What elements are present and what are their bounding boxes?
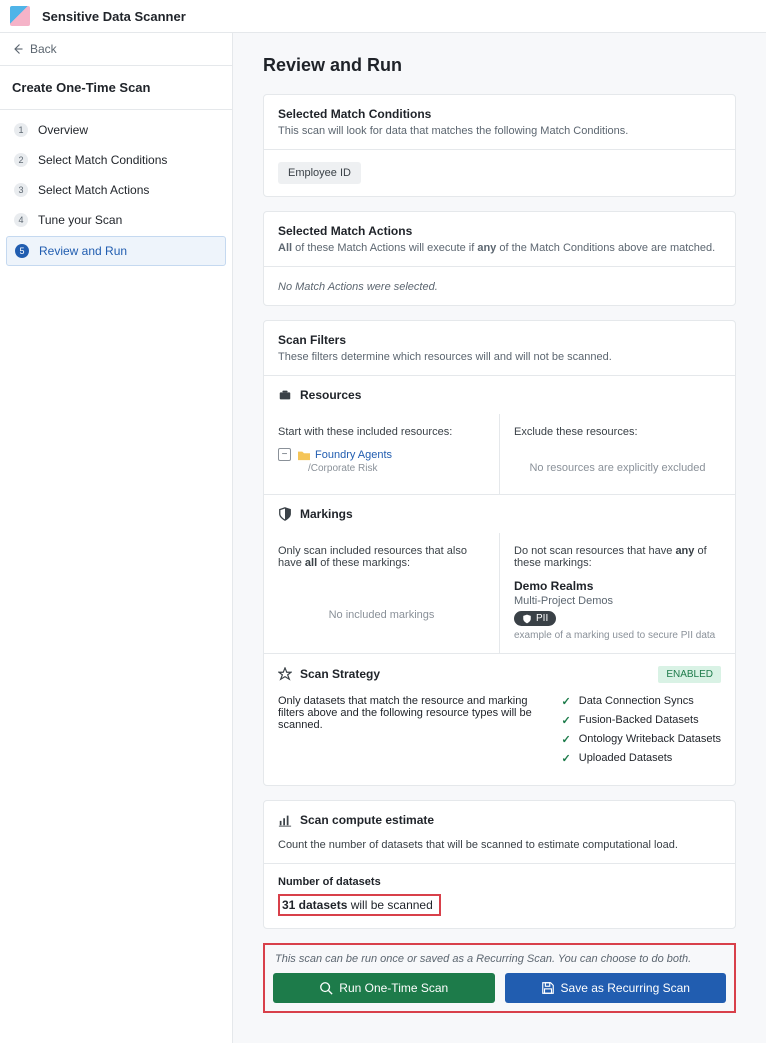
markings-header: Markings	[264, 494, 735, 533]
strategy-checklist: ✓Data Connection Syncs ✓Fusion-Backed Da…	[562, 695, 721, 771]
check-icon: ✓	[562, 752, 571, 765]
strategy-desc: Only datasets that match the resource an…	[278, 695, 562, 771]
resource-link[interactable]: Foundry Agents	[315, 449, 392, 461]
strategy-icon	[278, 667, 292, 681]
resource-path: /Corporate Risk	[308, 463, 485, 474]
resources-header: Resources	[264, 375, 735, 414]
list-item: ✓Data Connection Syncs	[562, 695, 721, 708]
steps-list: 1Overview 2Select Match Conditions 3Sele…	[0, 110, 232, 274]
run-section: This scan can be run once or saved as a …	[263, 943, 736, 1013]
pii-badge: PII	[514, 611, 556, 626]
markings-exclude-desc: Do not scan resources that have any of t…	[514, 545, 721, 569]
step-conditions[interactable]: 2Select Match Conditions	[6, 146, 226, 174]
shield-small-icon	[522, 614, 532, 624]
filters-card: Scan Filters These filters determine whi…	[263, 320, 736, 786]
exclude-empty: No resources are explicitly excluded	[514, 438, 721, 482]
save-recurring-button[interactable]: Save as Recurring Scan	[505, 973, 727, 1003]
markings-include-desc: Only scan included resources that also h…	[278, 545, 485, 569]
condition-chip: Employee ID	[278, 162, 361, 184]
step-actions[interactable]: 3Select Match Actions	[6, 176, 226, 204]
filters-desc: These filters determine which resources …	[278, 351, 721, 363]
realm-sub: Multi-Project Demos	[514, 595, 721, 607]
actions-empty: No Match Actions were selected.	[278, 281, 438, 293]
estimate-header: Scan compute estimate	[264, 801, 735, 839]
search-icon	[319, 981, 333, 995]
app-title: Sensitive Data Scanner	[42, 9, 186, 24]
page-title: Review and Run	[263, 55, 736, 76]
collapse-icon[interactable]: −	[278, 448, 291, 461]
actions-title: Selected Match Actions	[278, 224, 721, 238]
datasets-count-highlight: 31 datasets will be scanned	[278, 894, 441, 916]
app-header: Sensitive Data Scanner	[0, 0, 766, 33]
realm-name: Demo Realms	[514, 579, 721, 593]
enabled-badge: ENABLED	[658, 666, 721, 683]
step-tune[interactable]: 4Tune your Scan	[6, 206, 226, 234]
estimate-card: Scan compute estimate Count the number o…	[263, 800, 736, 929]
resource-item: − Foundry Agents	[278, 448, 485, 461]
filters-title: Scan Filters	[278, 333, 721, 347]
include-label: Start with these included resources:	[278, 426, 485, 438]
markings-none: No included markings	[278, 569, 485, 629]
step-overview[interactable]: 1Overview	[6, 116, 226, 144]
content-area: Review and Run Selected Match Conditions…	[233, 33, 766, 1043]
sidebar: Back Create One-Time Scan 1Overview 2Sel…	[0, 33, 233, 1043]
back-label: Back	[30, 42, 57, 56]
check-icon: ✓	[562, 695, 571, 708]
conditions-desc: This scan will look for data that matche…	[278, 125, 721, 137]
save-icon	[541, 981, 555, 995]
run-note: This scan can be run once or saved as a …	[273, 953, 726, 965]
shield-icon	[278, 507, 292, 521]
datasets-label: Number of datasets	[278, 876, 721, 888]
briefcase-icon	[278, 388, 292, 402]
check-icon: ✓	[562, 714, 571, 727]
list-item: ✓Uploaded Datasets	[562, 752, 721, 765]
step-review[interactable]: 5Review and Run	[6, 236, 226, 266]
check-icon: ✓	[562, 733, 571, 746]
app-icon	[10, 6, 30, 26]
sidebar-title: Create One-Time Scan	[0, 66, 232, 110]
chart-icon	[278, 813, 292, 827]
list-item: ✓Ontology Writeback Datasets	[562, 733, 721, 746]
estimate-desc: Count the number of datasets that will b…	[278, 839, 721, 851]
exclude-label: Exclude these resources:	[514, 426, 721, 438]
arrow-left-icon	[12, 43, 24, 55]
pii-note: example of a marking used to secure PII …	[514, 630, 721, 641]
actions-card: Selected Match Actions All of these Matc…	[263, 211, 736, 306]
run-once-button[interactable]: Run One-Time Scan	[273, 973, 495, 1003]
actions-desc: All of these Match Actions will execute …	[278, 242, 721, 254]
conditions-card: Selected Match Conditions This scan will…	[263, 94, 736, 197]
folder-icon	[297, 449, 311, 461]
back-button[interactable]: Back	[0, 33, 232, 66]
conditions-title: Selected Match Conditions	[278, 107, 721, 121]
list-item: ✓Fusion-Backed Datasets	[562, 714, 721, 727]
strategy-header: Scan Strategy	[278, 667, 380, 681]
